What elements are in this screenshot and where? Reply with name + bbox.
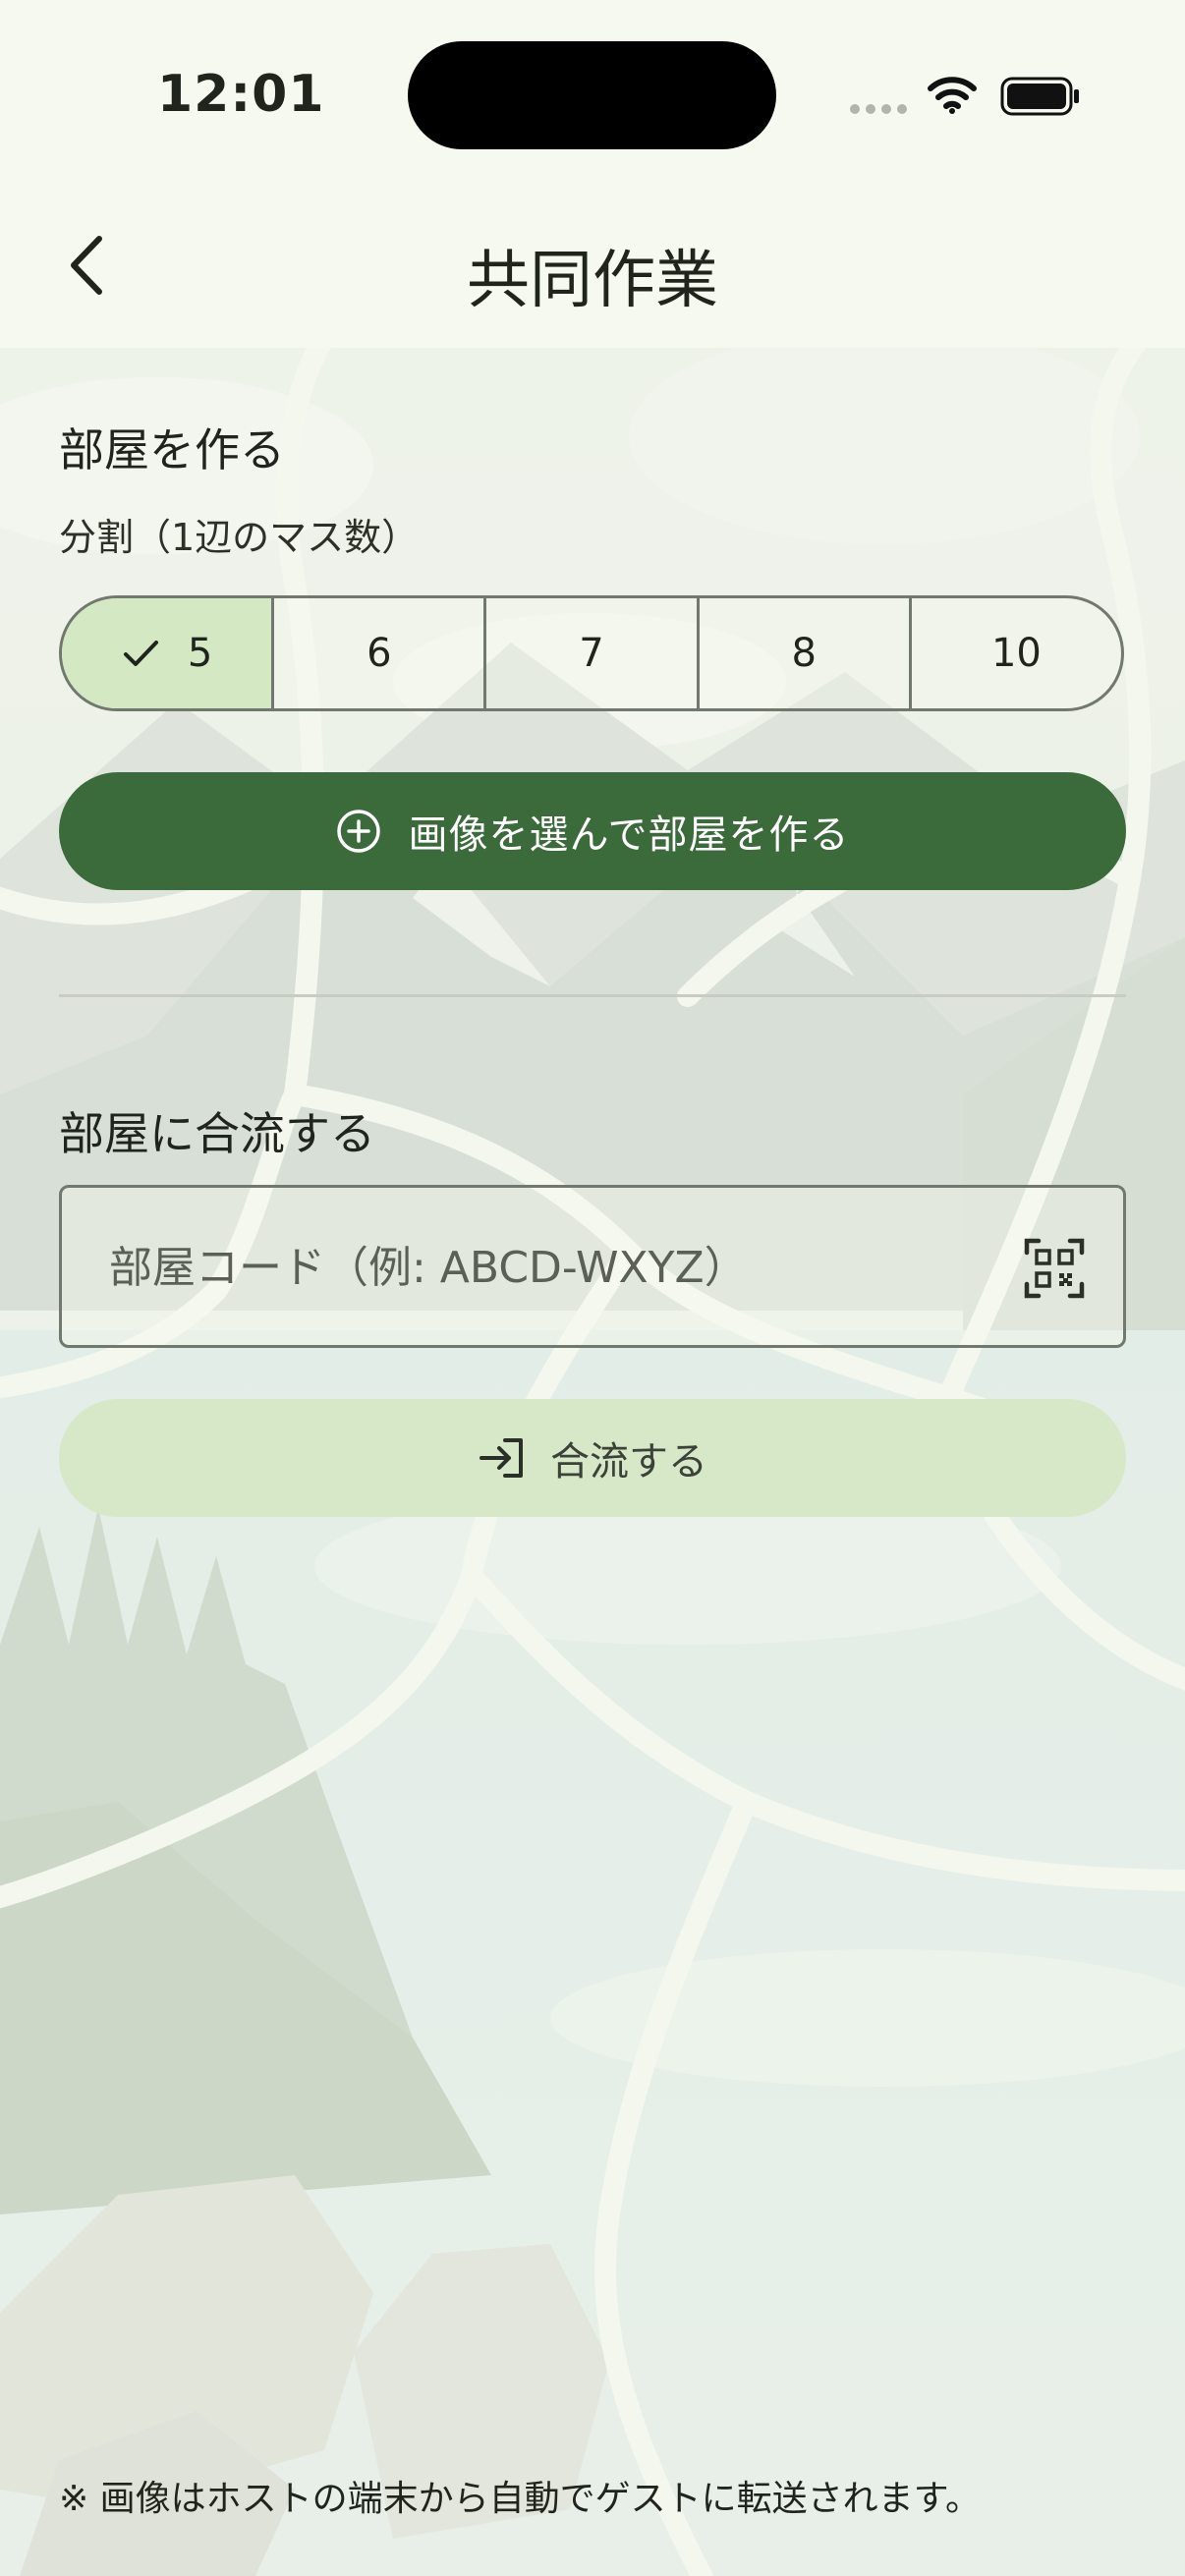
split-option-8[interactable]: 8 [696, 598, 909, 708]
plus-circle-icon [336, 810, 380, 853]
status-time: 12:01 [157, 65, 325, 124]
split-option-6[interactable]: 6 [271, 598, 483, 708]
room-code-field [59, 1185, 1126, 1348]
split-option-7[interactable]: 7 [483, 598, 696, 708]
footnote-text: ※ 画像はホストの端末から自動でゲストに転送されます。 [59, 2479, 982, 2519]
split-option-label: 8 [791, 631, 817, 676]
room-code-input[interactable] [107, 1227, 995, 1308]
join-room-button[interactable]: 合流する [59, 1399, 1126, 1517]
cellular-signal-icon [850, 104, 907, 114]
split-option-10[interactable]: 10 [908, 598, 1121, 708]
create-room-heading: 部屋を作る [59, 423, 285, 476]
create-room-button[interactable]: 画像を選んで部屋を作る [59, 772, 1126, 890]
dynamic-island [408, 41, 776, 149]
split-count-segmented-control: 5 6 7 8 10 [59, 595, 1124, 711]
page-title: 共同作業 [467, 245, 718, 317]
checkmark-icon [123, 641, 158, 666]
section-divider [59, 994, 1126, 997]
split-option-label: 5 [187, 631, 213, 676]
split-option-label: 7 [579, 631, 604, 676]
join-room-button-label: 合流する [550, 1439, 707, 1484]
join-room-heading: 部屋に合流する [59, 1107, 375, 1160]
split-count-label: 分割（1辺のマス数） [59, 516, 420, 559]
create-room-button-label: 画像を選んで部屋を作る [408, 812, 850, 858]
login-icon [480, 1438, 523, 1478]
wifi-icon [928, 77, 977, 114]
qr-scan-icon[interactable] [1023, 1237, 1086, 1300]
split-option-label: 6 [367, 631, 392, 676]
battery-icon [1000, 77, 1079, 116]
split-option-label: 10 [990, 631, 1042, 676]
split-option-5[interactable]: 5 [62, 598, 272, 708]
